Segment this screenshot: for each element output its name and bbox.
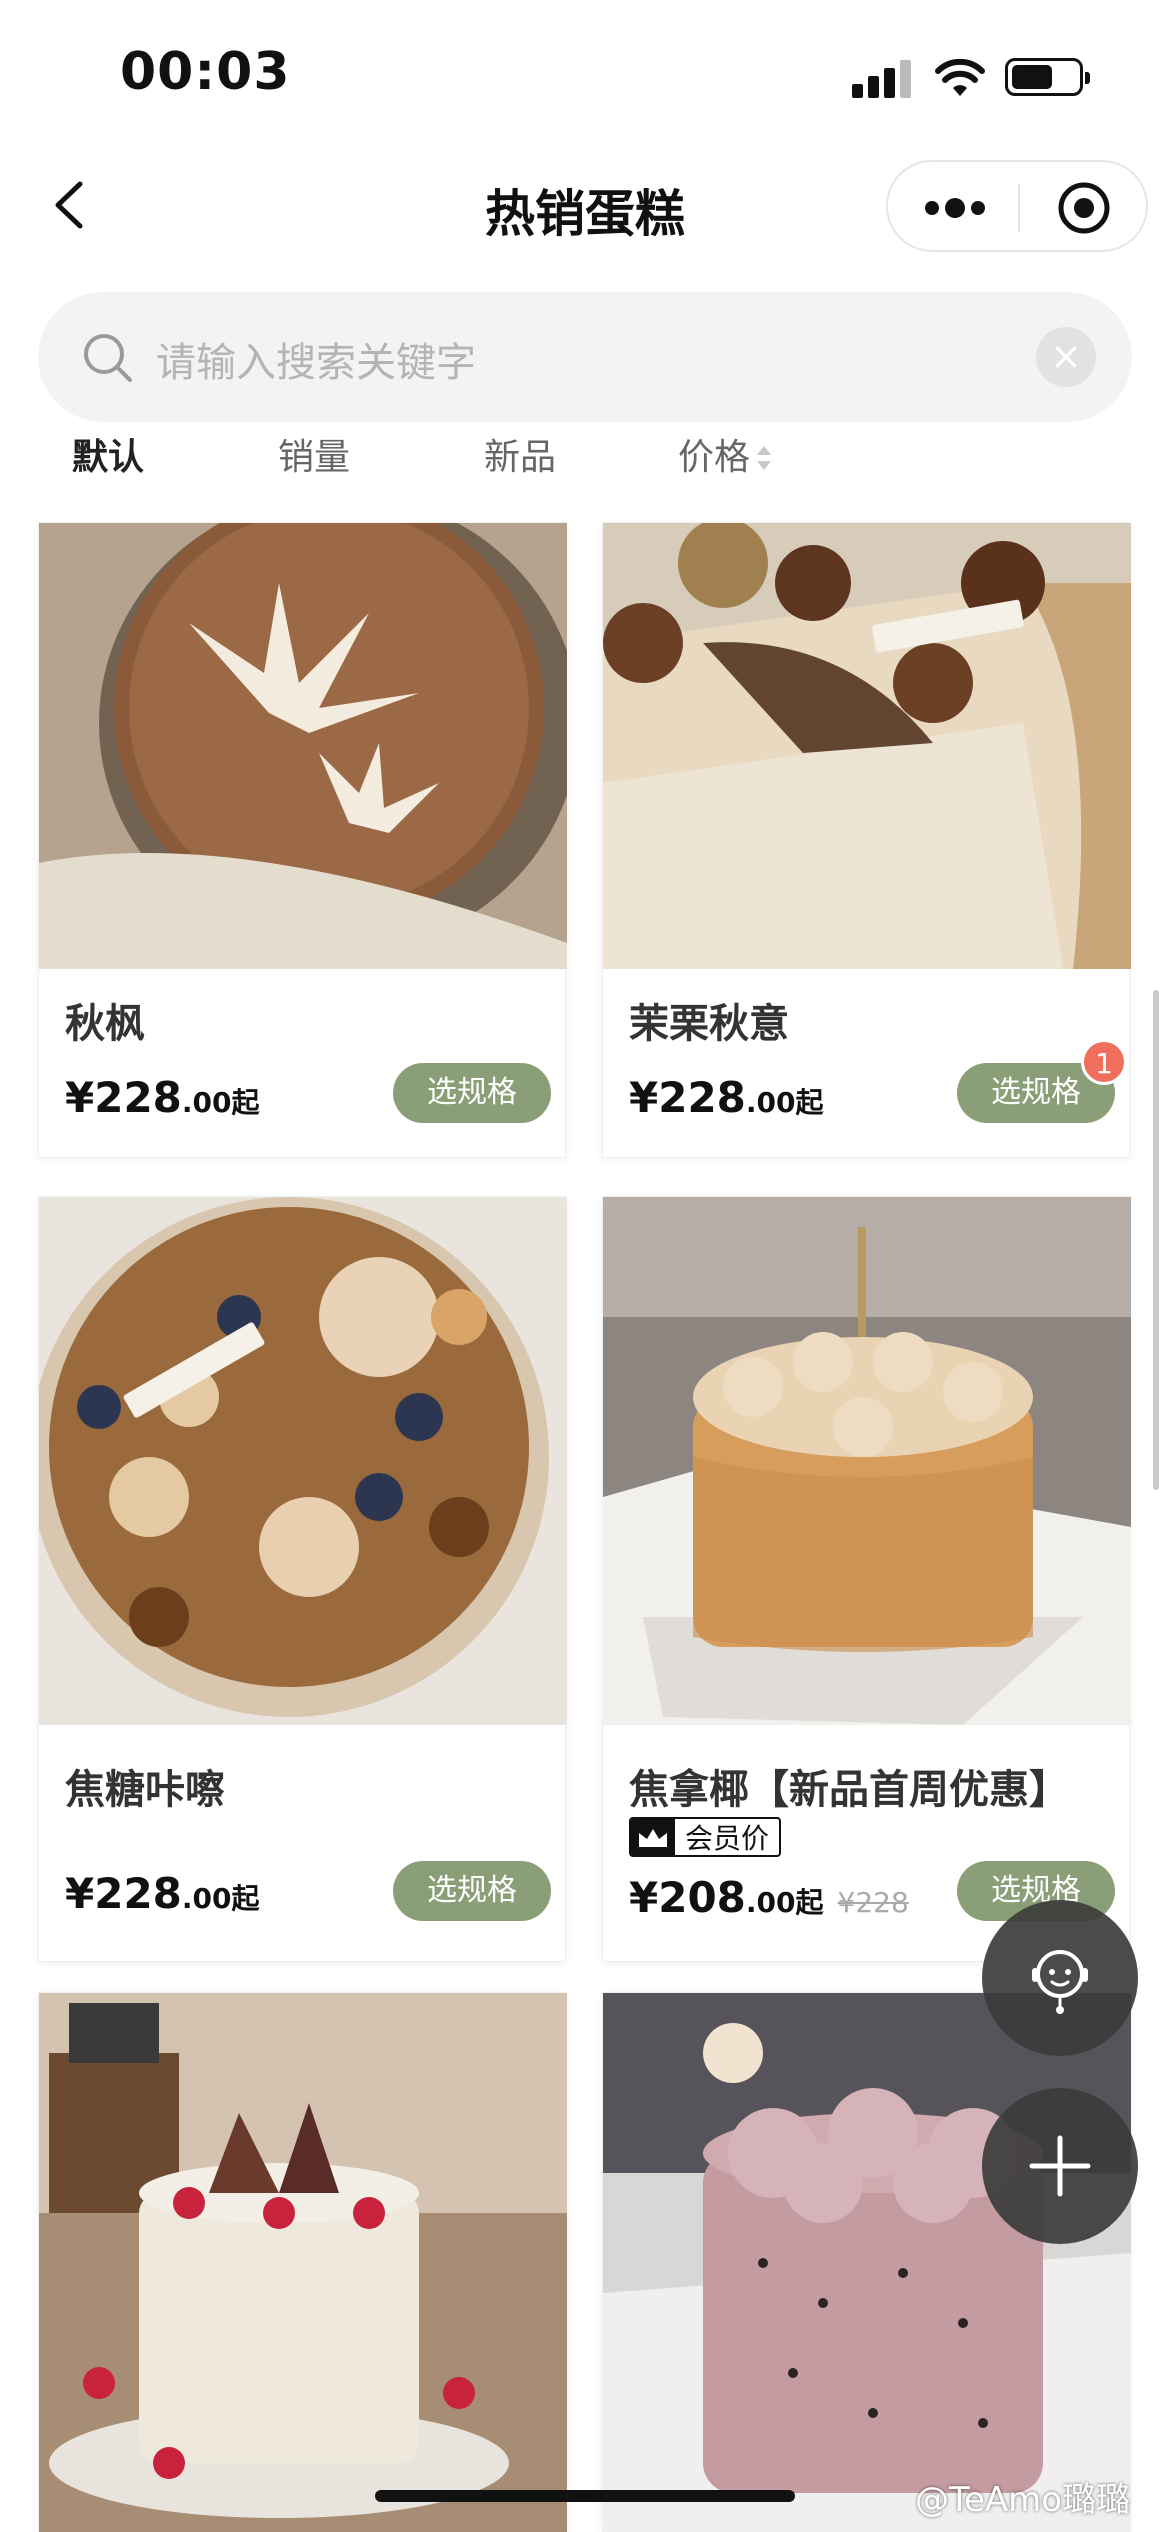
product-image[interactable] (603, 1993, 1131, 2532)
price-decimal: .00 (181, 1086, 232, 1119)
price-suffix: 起 (795, 1886, 824, 1919)
product-image[interactable] (39, 1993, 567, 2532)
battery-icon (1005, 58, 1090, 96)
product-card[interactable] (38, 1992, 567, 2532)
member-price-tag: 会员价 (629, 1817, 782, 1857)
product-name: 茉栗秋意 (629, 1001, 789, 1047)
product-price: ¥228.00起 (629, 1073, 824, 1122)
tab-new[interactable]: 新品 (484, 428, 556, 480)
select-spec-button[interactable]: 选规格 (393, 1861, 551, 1921)
wifi-icon (935, 58, 985, 96)
price-decimal: .00 (745, 1886, 796, 1919)
product-image[interactable] (603, 523, 1131, 969)
home-indicator[interactable] (375, 2490, 795, 2502)
product-card[interactable]: 焦糖咔嚓 ¥228.00起 选规格 (38, 1196, 567, 1962)
product-image[interactable] (39, 523, 567, 969)
product-card[interactable]: 茉栗秋意 ¥228.00起 选规格 1 (602, 522, 1131, 1158)
search-bar[interactable]: 请输入搜索关键字 × (38, 292, 1132, 422)
product-price: ¥228.00起 (65, 1073, 260, 1122)
price-integer: 228 (94, 1869, 182, 1918)
product-name: 焦糖咔嚓 (65, 1767, 225, 1813)
price-decimal: .00 (181, 1882, 232, 1915)
product-price: ¥228.00起 (65, 1869, 260, 1918)
product-card[interactable] (602, 1992, 1131, 2532)
product-image[interactable] (603, 1197, 1131, 1725)
capsule-divider (1018, 184, 1020, 232)
price-integer: 228 (658, 1073, 746, 1122)
sort-tabs: 默认 销量 新品 价格 (0, 420, 1170, 480)
status-bar: 00:03 (0, 0, 1170, 150)
more-options-icon[interactable] (920, 182, 990, 234)
product-card[interactable]: 焦拿椰【新品首周优惠】 会员价 ¥208.00起 ¥228 选规格 (602, 1196, 1131, 1962)
sort-arrows-icon (754, 441, 772, 477)
miniprogram-capsule (886, 160, 1148, 252)
member-tag-label: 会员价 (685, 1822, 770, 1855)
price-integer: 208 (658, 1873, 746, 1922)
customer-service-button[interactable] (982, 1900, 1138, 2056)
crown-icon (631, 1819, 675, 1855)
price-currency: ¥ (629, 1073, 659, 1122)
tab-default[interactable]: 默认 (72, 428, 144, 480)
cellular-signal-icon (852, 60, 912, 98)
product-name: 秋枫 (65, 1001, 145, 1047)
add-button[interactable] (982, 2088, 1138, 2244)
tab-sales[interactable]: 销量 (278, 428, 350, 480)
price-currency: ¥ (629, 1873, 659, 1922)
product-name: 焦拿椰【新品首周优惠】 (629, 1767, 1069, 1813)
price-decimal: .00 (745, 1086, 796, 1119)
product-card[interactable]: 秋枫 ¥228.00起 选规格 (38, 522, 567, 1158)
scrollbar[interactable] (1153, 990, 1159, 1490)
clear-search-button[interactable]: × (1036, 327, 1096, 387)
plus-icon (1029, 2135, 1091, 2197)
price-currency: ¥ (65, 1073, 95, 1122)
original-price: ¥228 (837, 1886, 909, 1919)
watermark: @TeAmo璐璐 (915, 2480, 1131, 2520)
price-suffix: 起 (795, 1086, 824, 1119)
tab-price-label: 价格 (678, 437, 751, 478)
price-integer: 228 (94, 1073, 182, 1122)
search-input[interactable]: 请输入搜索关键字 (156, 330, 476, 388)
cart-count-badge: 1 (1081, 1039, 1127, 1085)
tab-price[interactable]: 价格 (678, 428, 772, 480)
search-icon (84, 334, 132, 382)
navigation-bar: 热销蛋糕 (0, 150, 1170, 270)
price-suffix: 起 (231, 1882, 260, 1915)
product-price: ¥208.00起 ¥228 (629, 1873, 909, 1922)
product-image[interactable] (39, 1197, 567, 1725)
customer-service-icon (1032, 1950, 1088, 2014)
price-currency: ¥ (65, 1869, 95, 1918)
close-miniprogram-icon[interactable] (1056, 180, 1112, 236)
select-spec-button[interactable]: 选规格 (393, 1063, 551, 1123)
price-suffix: 起 (231, 1086, 260, 1119)
status-time: 00:03 (120, 42, 291, 102)
